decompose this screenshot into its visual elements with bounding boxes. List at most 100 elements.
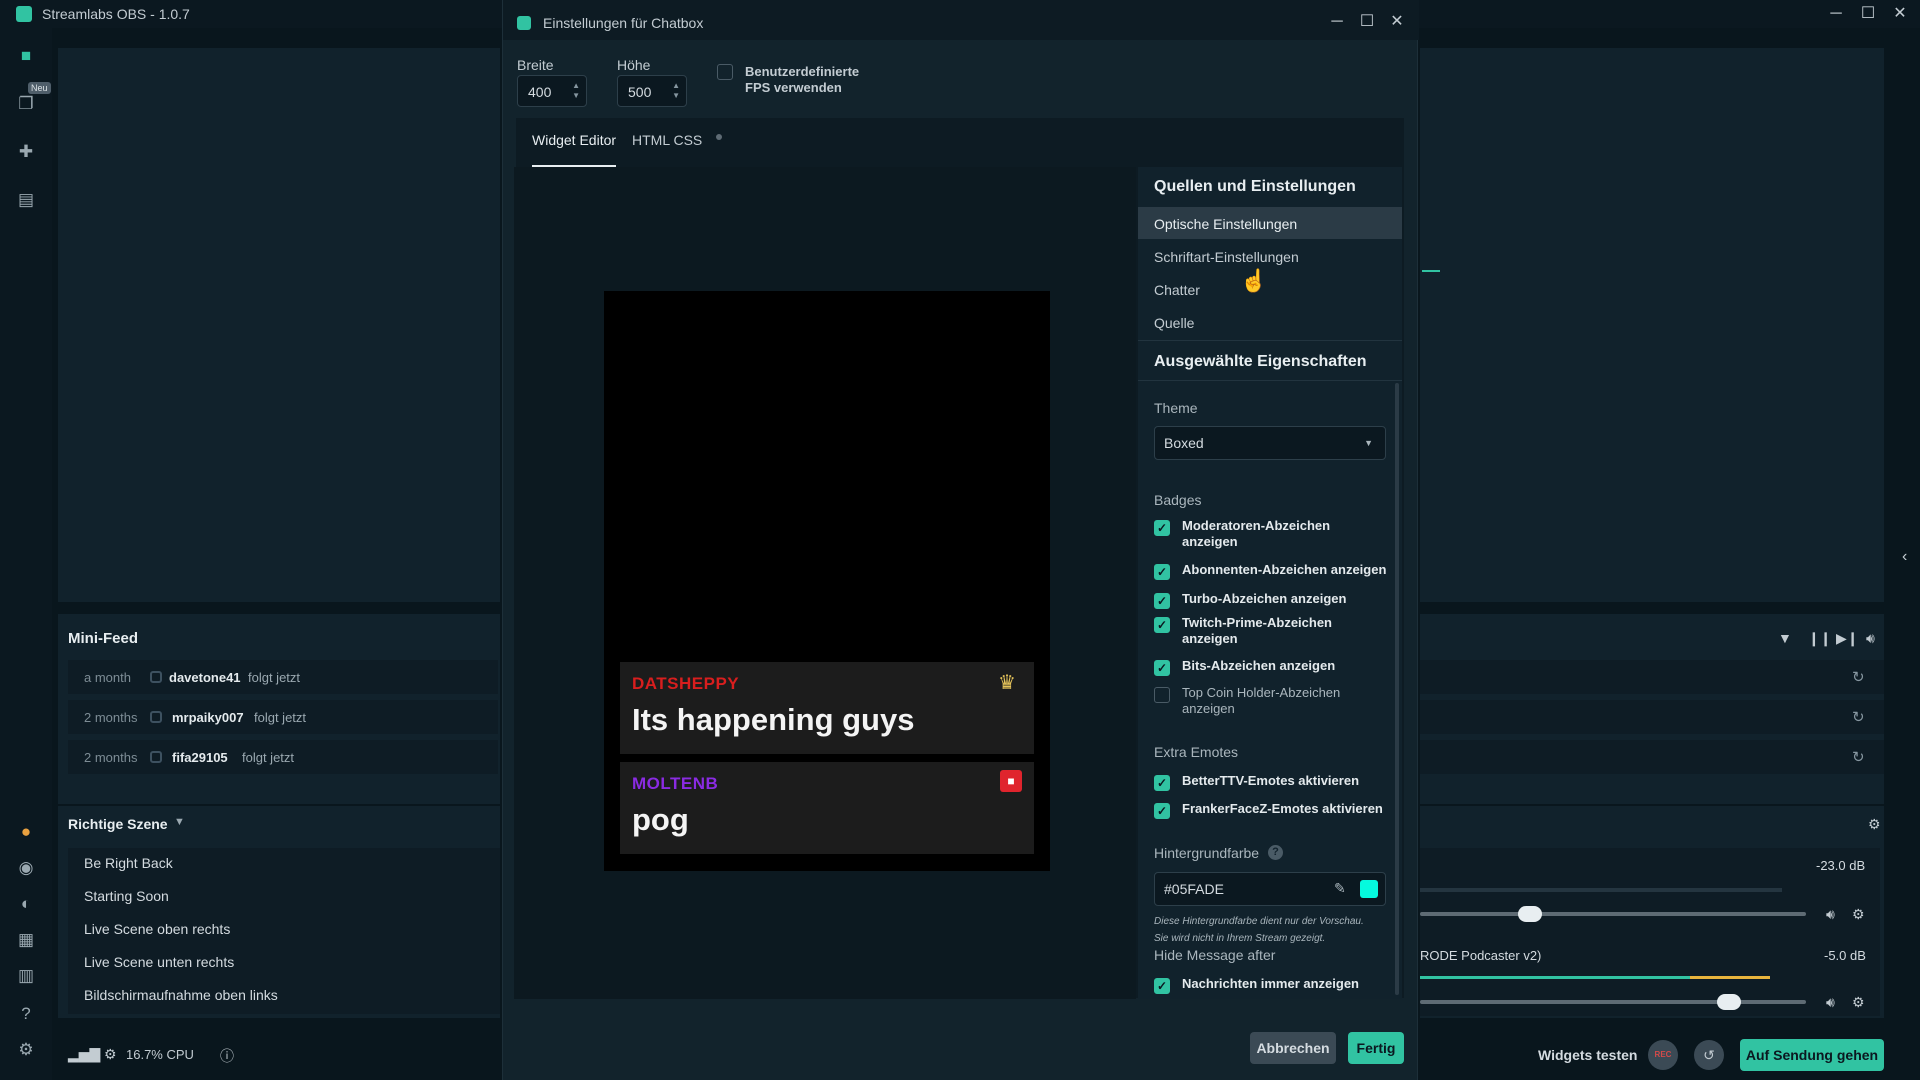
chevron-down-icon[interactable]: ▼ [174, 816, 185, 828]
skip-icon[interactable]: ▶❙ [1836, 630, 1859, 647]
settings-scrollbar[interactable] [1395, 383, 1399, 995]
checkbox[interactable] [1154, 593, 1170, 609]
minimize-icon[interactable]: ─ [1824, 4, 1848, 24]
dashboard-icon[interactable]: ◉ [14, 856, 38, 880]
refresh-icon[interactable]: ↻ [1852, 708, 1865, 726]
mute-icon[interactable]: 🔊︎ [1826, 906, 1835, 923]
mixer-settings-icon[interactable]: ⚙ [1868, 816, 1881, 833]
go-live-button[interactable]: Auf Sendung gehen [1740, 1039, 1884, 1071]
spinner-icon[interactable]: ▲ ▼ [672, 81, 680, 101]
rec-button[interactable]: REC [1648, 1040, 1678, 1070]
volume-icon[interactable]: 🔊︎ [1866, 630, 1875, 647]
mixer-gear-icon[interactable]: ⚙ [1852, 906, 1865, 923]
checkbox[interactable] [1154, 803, 1170, 819]
menu-font-settings[interactable]: Schriftart-Einstellungen [1138, 240, 1402, 272]
badge-option[interactable]: Moderatoren-Abzeichenanzeigen [1154, 518, 1390, 550]
checkbox[interactable] [1154, 520, 1170, 536]
checkbox[interactable] [1154, 978, 1170, 994]
eyedropper-icon[interactable]: ✎ [1334, 880, 1346, 897]
store-icon[interactable]: ▤ [14, 188, 38, 212]
twitch-icon [150, 711, 162, 723]
cancel-button[interactable]: Abbrechen [1250, 1032, 1336, 1064]
always-show-option[interactable]: Nachrichten immer anzeigen [1154, 976, 1390, 994]
badge-option[interactable]: Abonnenten-Abzeichen anzeigen [1154, 562, 1390, 580]
mute-icon[interactable]: 🔊︎ [1826, 994, 1835, 1011]
checkbox[interactable] [1154, 775, 1170, 791]
bg-color-input[interactable]: #05FADE [1154, 872, 1386, 906]
settings-gear-icon[interactable]: ⚙ [14, 1038, 38, 1062]
checkbox[interactable] [1154, 564, 1170, 580]
info-icon[interactable]: ⓘ [220, 1046, 234, 1066]
emote-option[interactable]: FrankerFaceZ-Emotes aktivieren [1154, 801, 1390, 819]
scene-item[interactable]: Starting Soon [84, 888, 169, 904]
badge-option[interactable]: Bits-Abzeichen anzeigen [1154, 658, 1390, 676]
mixer-slider-2[interactable] [1420, 994, 1806, 1010]
crown-badge-icon: ♛ [998, 672, 1016, 694]
mixer-gear-icon[interactable]: ⚙ [1852, 994, 1865, 1011]
filter-icon[interactable]: ▼ [1778, 630, 1792, 646]
dialog-maximize-icon[interactable]: ☐ [1355, 12, 1379, 32]
layout-icon[interactable]: ▦ [14, 928, 38, 952]
maximize-icon[interactable]: ☐ [1856, 4, 1880, 24]
tab-widget-editor[interactable]: Widget Editor [532, 132, 616, 148]
feed-time: 2 months [84, 710, 138, 725]
feed-row[interactable]: 2 months fifa29105 folgt jetzt [68, 740, 498, 774]
width-input[interactable]: 400 ▲ ▼ [517, 75, 587, 107]
scene-collection-title[interactable]: Richtige Szene [68, 816, 168, 832]
badge-option-label: Moderatoren-Abzeichen anzeigen [1182, 518, 1331, 549]
dialog-close-icon[interactable]: ✕ [1385, 12, 1409, 32]
feed-action: folgt jetzt [254, 710, 307, 725]
close-icon[interactable]: ✕ [1888, 4, 1912, 24]
feed-row[interactable]: 2 months mrpaiky007 folgt jetzt [68, 700, 498, 734]
height-input[interactable]: 500 ▲ ▼ [617, 75, 687, 107]
chat-text: pog [632, 802, 689, 837]
menu-visual-settings[interactable]: Optische Einstellungen [1138, 207, 1402, 239]
badge-option[interactable]: Top Coin Holder-Abzeichen anzeigen [1154, 685, 1390, 717]
color-swatch[interactable] [1360, 880, 1378, 898]
collapse-chevron-icon[interactable]: ‹ [1902, 548, 1907, 566]
checkbox[interactable] [1154, 660, 1170, 676]
checkbox[interactable] [1154, 617, 1170, 633]
scene-item[interactable]: Be Right Back [84, 855, 173, 871]
badge-option[interactable]: Twitch-Prime-Abzeichenanzeigen [1154, 615, 1390, 647]
fps-label-line: FPS verwenden [745, 80, 842, 95]
chat-icon[interactable]: ◐ [14, 892, 38, 916]
emote-option[interactable]: BetterTTV-Emotes aktivieren [1154, 773, 1390, 791]
help-icon[interactable]: ? [1268, 845, 1283, 860]
slider-handle[interactable] [1517, 906, 1542, 922]
replay-buffer-icon[interactable]: ↺ [1694, 1040, 1724, 1070]
tab-html-css[interactable]: HTML CSS [632, 132, 702, 148]
scene-item[interactable]: Live Scene oben rechts [84, 921, 230, 937]
scene-item[interactable]: Bildschirmaufnahme oben links [84, 987, 278, 1003]
scene-item[interactable]: Live Scene unten rechts [84, 954, 234, 970]
done-button[interactable]: Fertig [1348, 1032, 1404, 1064]
themes-icon[interactable]: ❐ [14, 92, 38, 116]
mixer-slider-1[interactable] [1420, 906, 1806, 922]
menu-source[interactable]: Quelle [1138, 306, 1402, 338]
test-widgets-link[interactable]: Widgets testen [1538, 1047, 1637, 1063]
checkbox[interactable] [1154, 687, 1170, 703]
library-icon[interactable]: ▥ [14, 964, 38, 988]
studio-mode-icon[interactable]: ■ [14, 44, 38, 68]
source-row[interactable] [1420, 700, 1884, 734]
source-row[interactable] [1420, 660, 1884, 694]
spinner-icon[interactable]: ▲ ▼ [572, 81, 580, 101]
chat-username: DATSHEPPY [632, 674, 740, 693]
menu-chatter[interactable]: Chatter [1138, 273, 1402, 305]
mini-feed-title: Mini-Feed [68, 630, 138, 647]
slider-handle[interactable] [1716, 994, 1741, 1010]
dialog-minimize-icon[interactable]: ─ [1325, 12, 1349, 32]
alert-icon[interactable]: ● [14, 820, 38, 844]
theme-select[interactable]: Boxed ▼ [1154, 426, 1386, 460]
pause-icon[interactable]: ❙❙ [1808, 630, 1831, 647]
note-line: Sie wird nicht in Ihrem Stream gezeigt. [1154, 933, 1326, 944]
badge-option[interactable]: Turbo-Abzeichen anzeigen [1154, 591, 1390, 609]
apps-icon[interactable]: ✚ [14, 140, 38, 164]
stats-chart-icon[interactable]: ▂▅▇ [68, 1046, 100, 1063]
refresh-icon[interactable]: ↻ [1852, 668, 1865, 686]
custom-fps-checkbox[interactable] [717, 64, 733, 80]
feed-row[interactable]: a month davetone41 folgt jetzt [68, 660, 498, 694]
refresh-icon[interactable]: ↻ [1852, 748, 1865, 766]
help-icon[interactable]: ? [14, 1002, 38, 1026]
source-row[interactable] [1420, 740, 1884, 774]
